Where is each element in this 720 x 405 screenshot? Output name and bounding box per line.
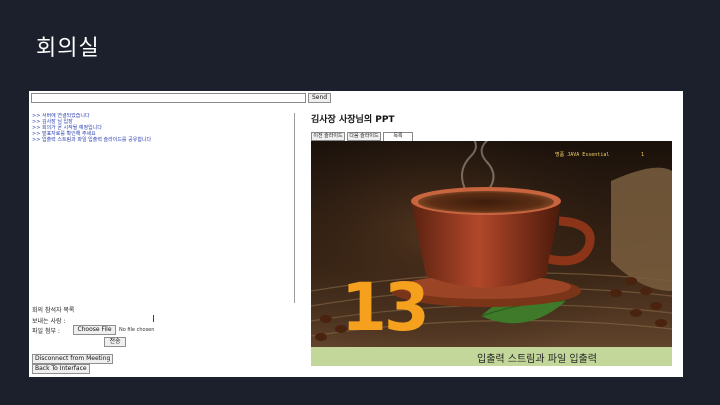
slide-footer: 입출력 스트림과 파일 입출력 [311,347,672,366]
slide-header: 명품 JAVA Essential [555,152,610,158]
slide-page-number: 1 [641,152,645,158]
chapter-number: 13 [341,269,430,346]
file-label: 파일 첨부 : [32,328,60,335]
choose-file-button[interactable]: Choose File [73,325,116,335]
no-file-text: No file chosen [119,327,155,333]
disconnect-button[interactable]: Disconnect from Meeting [32,354,114,364]
attendance-label: 회의 참석자 목록 [32,307,75,314]
panel-divider [294,113,295,303]
chat-message: >> 입출력 스트림과 파일 입출력 슬라이드를 공유합니다 [32,137,152,143]
tab-next[interactable]: 다음 슬라이드 [347,132,381,141]
sender-input[interactable] [63,315,154,322]
submit-button[interactable]: 전송 [104,337,126,347]
send-button[interactable]: Send [308,93,331,103]
page-title: 회의실 [36,36,100,61]
sender-label: 보내는 사람 : [32,318,66,325]
tab-previous[interactable]: 이전 슬라이드 [311,132,345,141]
slide-footer-title: 입출력 스트림과 파일 입출력 [477,354,597,365]
presentation-title: 김사장 사장님의 PPT [311,115,395,125]
chat-log: >> 서버에 연결되었습니다 >> 김사장 님 입장 >> 회의가 곧 시작될 … [32,113,294,301]
chat-message-input[interactable] [31,93,306,103]
back-to-interface-button[interactable]: Back To Interface [32,364,90,374]
slide-view: 명품 JAVA Essential 1 13 입출력 스트림과 파일 입출력 [311,141,672,366]
meeting-panel: Send >> 서버에 연결되었습니다 >> 김사장 님 입장 >> 회의가 곧… [29,91,683,377]
